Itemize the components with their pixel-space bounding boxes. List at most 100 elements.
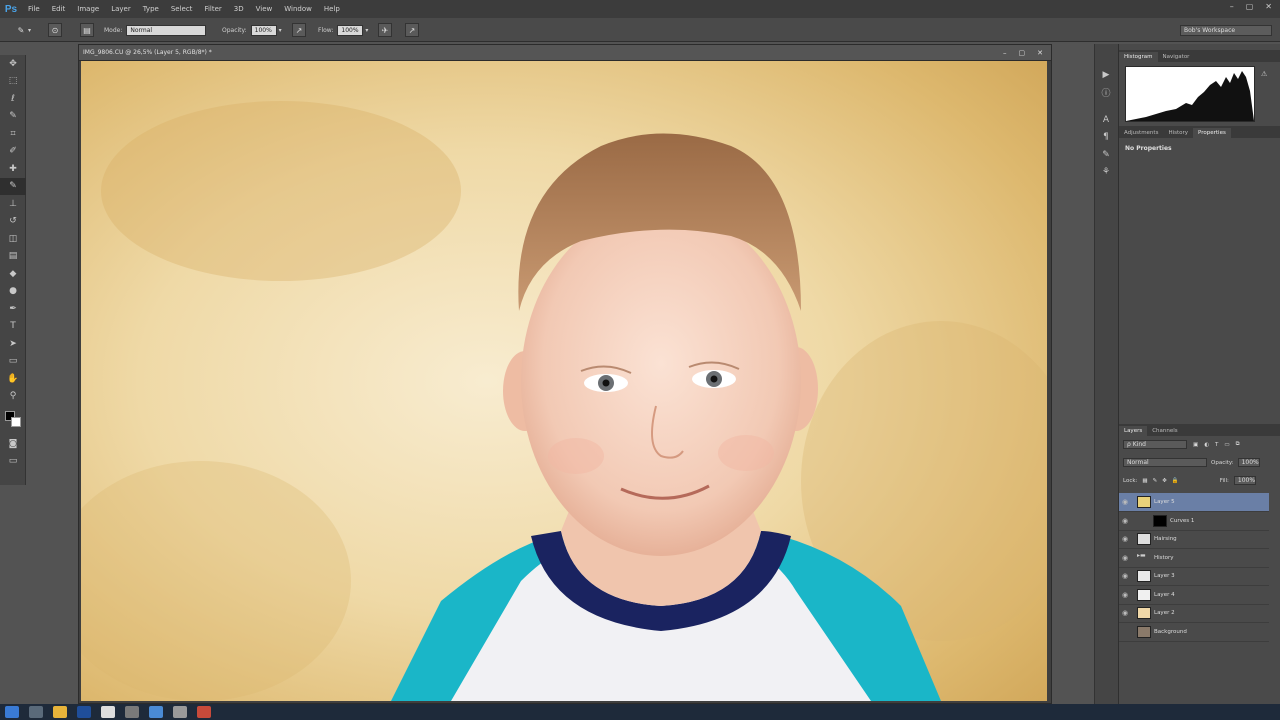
quick-mask-icon[interactable]: ◙	[0, 435, 26, 453]
filter-adjustment-icon[interactable]: ◐	[1204, 442, 1209, 448]
start-button-icon[interactable]	[5, 706, 19, 718]
path-select-icon[interactable]: ➤	[0, 335, 26, 353]
lock-pixels-icon[interactable]: ✎	[1153, 478, 1158, 484]
pressure-size-icon[interactable]: ↗	[405, 23, 419, 37]
layer-row[interactable]: ◉Background	[1119, 623, 1269, 642]
mode-select[interactable]: Normal	[126, 24, 207, 36]
history-brush-icon[interactable]: ↺	[0, 213, 26, 231]
marquee-icon[interactable]: ⬚	[0, 73, 26, 91]
lock-transparent-icon[interactable]: ▦	[1142, 478, 1147, 484]
clone-source-panel-icon[interactable]: ⚘	[1095, 164, 1117, 182]
layer-row[interactable]: ◉ Layer 2	[1119, 604, 1269, 623]
eyedropper-icon[interactable]: ✐	[0, 143, 26, 161]
opacity-dropdown-icon[interactable]: ▾	[279, 27, 282, 34]
menu-layer[interactable]: Layer	[105, 5, 137, 13]
lock-all-icon[interactable]: 🔒	[1172, 478, 1179, 484]
crop-icon[interactable]: ⌗	[0, 125, 26, 143]
move-icon[interactable]: ✥	[0, 55, 26, 73]
pen-icon[interactable]: ✒	[0, 300, 26, 318]
brush-icon[interactable]: ✎	[0, 177, 26, 195]
menu-help[interactable]: Help	[318, 5, 346, 13]
notepad-icon[interactable]	[101, 706, 115, 718]
lasso-icon[interactable]: ℓ	[0, 90, 26, 108]
hand-icon[interactable]: ✋	[0, 370, 26, 388]
quick-select-icon[interactable]: ✎	[0, 108, 26, 126]
doc-minimize-button[interactable]: –	[1003, 49, 1007, 57]
color-swatches[interactable]	[0, 405, 25, 435]
flow-input[interactable]: 100%	[337, 24, 364, 36]
image-canvas[interactable]	[81, 61, 1047, 701]
visibility-eye-icon[interactable]: ◉	[1119, 609, 1131, 617]
flow-dropdown-icon[interactable]: ▾	[365, 27, 368, 34]
doc-maximize-button[interactable]: ▢	[1019, 49, 1026, 57]
explorer-icon[interactable]	[53, 706, 67, 718]
opacity-input[interactable]: 100%	[250, 24, 277, 36]
tab-layers[interactable]: Layers	[1119, 426, 1148, 436]
stamp-icon[interactable]: ⊥	[0, 195, 26, 213]
fill-input[interactable]: 100%	[1233, 476, 1256, 485]
tab-histogram[interactable]: Histogram	[1119, 52, 1158, 62]
workspace-switcher[interactable]: Bob's Workspace	[1180, 24, 1272, 36]
taskbar-app-icon[interactable]	[125, 706, 139, 718]
filter-type-icon[interactable]: T	[1215, 442, 1218, 448]
layer-row[interactable]: ◉ Curves 1	[1119, 512, 1269, 531]
layer-row[interactable]: ◉ Layer 4	[1119, 586, 1269, 605]
lock-position-icon[interactable]: ✥	[1162, 478, 1167, 484]
taskbar-app-icon[interactable]	[29, 706, 43, 718]
layer-row[interactable]: ◉ Hairsing	[1119, 530, 1269, 549]
tab-adjustments[interactable]: Adjustments	[1119, 128, 1163, 138]
layer-row[interactable]: ◉ Layer 3	[1119, 567, 1269, 586]
doc-close-button[interactable]: ✕	[1037, 49, 1043, 57]
close-button[interactable]: ✕	[1265, 2, 1272, 11]
gradient-icon[interactable]: ▤	[0, 248, 26, 266]
character-panel-icon[interactable]: A	[1095, 111, 1117, 129]
layer-row[interactable]: ◉ Layer 5	[1119, 493, 1269, 512]
actions-panel-icon[interactable]: ▶	[1095, 66, 1117, 84]
info-panel-icon[interactable]: ⓘ	[1095, 84, 1117, 102]
filter-pixel-icon[interactable]: ▣	[1193, 442, 1198, 448]
menu-type[interactable]: Type	[137, 5, 165, 13]
tab-properties[interactable]: Properties	[1193, 128, 1231, 138]
menu-edit[interactable]: Edit	[46, 5, 72, 13]
menu-select[interactable]: Select	[165, 5, 199, 13]
layer-row[interactable]: ◉ ▸▬ History	[1119, 549, 1269, 568]
visibility-eye-icon[interactable]: ◉	[1119, 554, 1131, 562]
healing-icon[interactable]: ✚	[0, 160, 26, 178]
tab-channels[interactable]: Channels	[1147, 426, 1182, 436]
histogram-refresh-icon[interactable]: ⚠	[1261, 70, 1267, 78]
taskbar-app-icon[interactable]	[173, 706, 187, 718]
blur-icon[interactable]: ◆	[0, 265, 26, 283]
menu-image[interactable]: Image	[71, 5, 105, 13]
menu-view[interactable]: View	[250, 5, 279, 13]
filter-smart-icon[interactable]: ⧉	[1236, 441, 1240, 448]
document-tab[interactable]: IMG_9806.CU @ 26,5% (Layer 5, RGB/8*) * …	[79, 45, 1051, 61]
brush-panel-toggle-icon[interactable]: ▤	[80, 23, 94, 37]
layer-kind-filter[interactable]: ρ Kind	[1123, 440, 1187, 449]
menu-3d[interactable]: 3D	[228, 5, 250, 13]
photoshop-taskbar-icon[interactable]	[77, 706, 91, 718]
tab-history[interactable]: History	[1163, 128, 1193, 138]
taskbar-app-icon[interactable]	[197, 706, 211, 718]
menu-filter[interactable]: Filter	[198, 5, 227, 13]
menu-window[interactable]: Window	[278, 5, 318, 13]
airbrush-icon[interactable]: ✈	[378, 23, 392, 37]
tab-navigator[interactable]: Navigator	[1158, 52, 1195, 62]
visibility-eye-icon[interactable]: ◉	[1119, 498, 1131, 506]
paragraph-panel-icon[interactable]: ¶	[1095, 129, 1117, 147]
pressure-opacity-icon[interactable]: ↗	[292, 23, 306, 37]
dodge-icon[interactable]: ●	[0, 283, 26, 301]
background-color-swatch[interactable]	[11, 417, 21, 427]
layer-opacity-input[interactable]: 100%	[1237, 458, 1260, 467]
visibility-eye-icon[interactable]: ◉	[1119, 535, 1131, 543]
maximize-button[interactable]: ▢	[1246, 2, 1254, 11]
type-icon[interactable]: T	[0, 318, 26, 336]
brush-size-icon[interactable]: ⊙	[48, 23, 62, 37]
menu-file[interactable]: File	[22, 5, 46, 13]
shape-icon[interactable]: ▭	[0, 353, 26, 371]
brush-presets-panel-icon[interactable]: ✎	[1095, 146, 1117, 164]
filter-shape-icon[interactable]: ▭	[1224, 442, 1229, 448]
visibility-eye-icon[interactable]: ◉	[1119, 572, 1131, 580]
visibility-eye-icon[interactable]: ◉	[1119, 517, 1131, 525]
minimize-button[interactable]: –	[1230, 2, 1234, 11]
brush-preset-picker[interactable]: ✎ ▾	[14, 23, 31, 37]
